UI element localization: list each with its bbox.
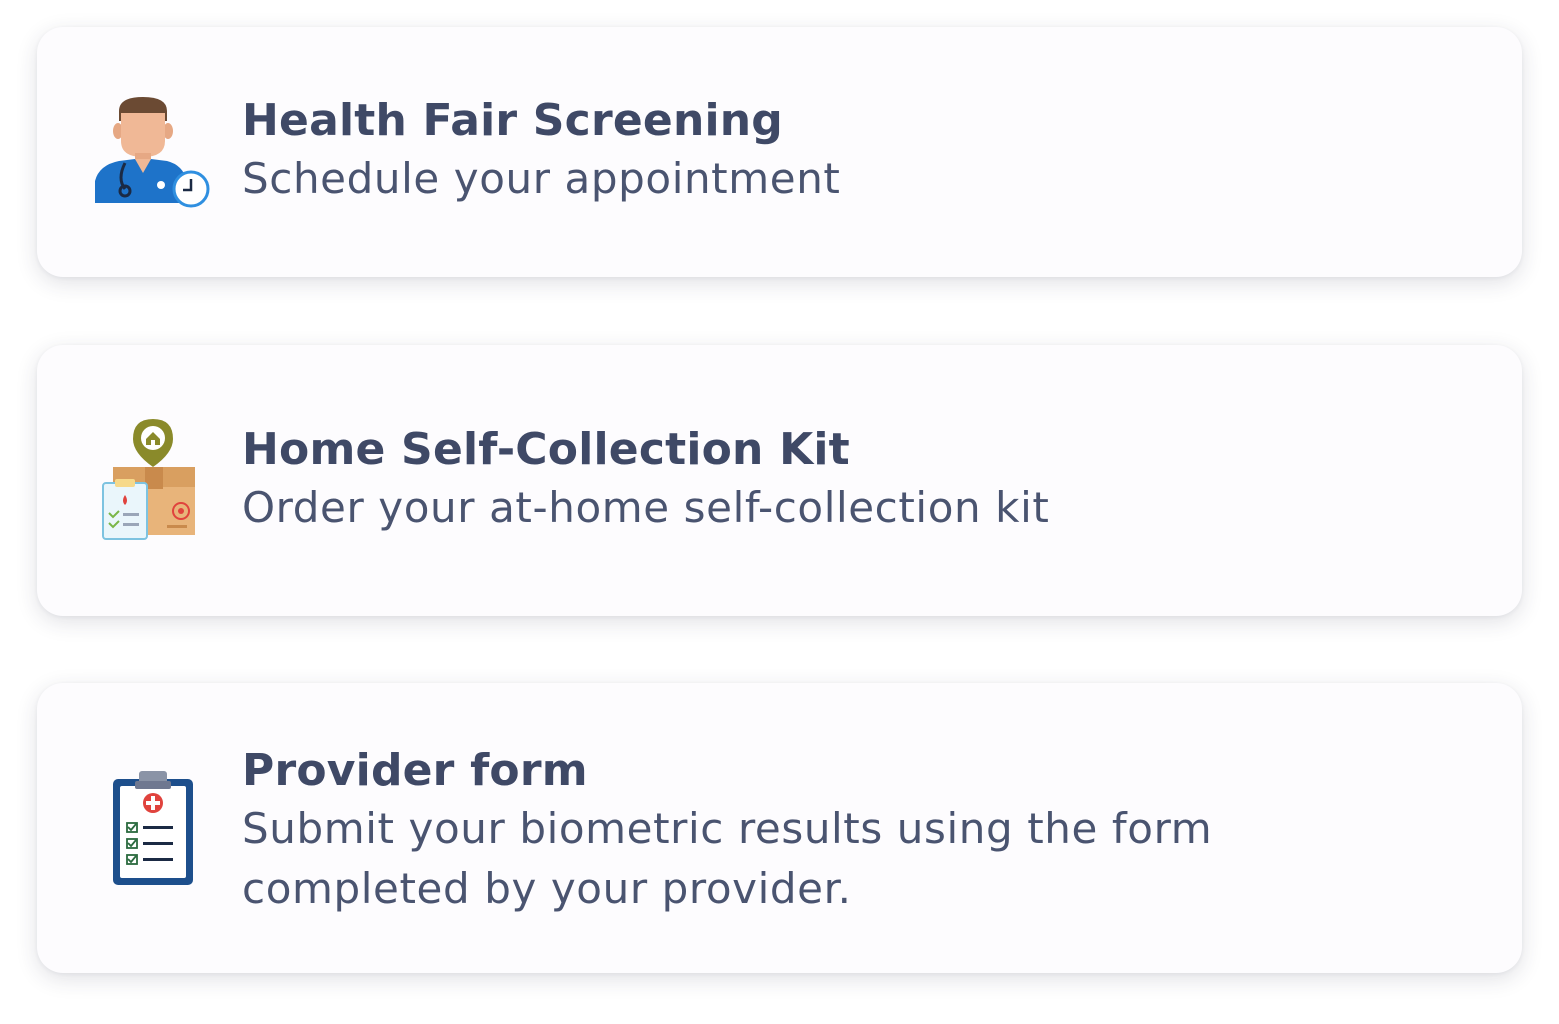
card-text: Home Self-Collection Kit Order your at-h… xyxy=(242,422,1462,538)
health-fair-screening-card[interactable]: Health Fair Screening Schedule your appo… xyxy=(37,27,1522,277)
doctor-with-clock-icon xyxy=(95,93,215,213)
card-description: Order your at-home self-collection kit xyxy=(242,483,1050,532)
provider-form-card[interactable]: Provider form Submit your biometric resu… xyxy=(37,683,1522,973)
medical-clipboard-icon xyxy=(95,769,215,889)
screening-options: Health Fair Screening Schedule your appo… xyxy=(0,0,1559,1024)
card-text: Provider form Submit your biometric resu… xyxy=(242,743,1462,919)
home-kit-package-icon xyxy=(95,417,215,540)
card-title: Health Fair Screening xyxy=(242,95,783,146)
home-self-collection-kit-card[interactable]: Home Self-Collection Kit Order your at-h… xyxy=(37,345,1522,616)
card-description: Schedule your appointment xyxy=(242,154,841,203)
card-text: Health Fair Screening Schedule your appo… xyxy=(242,93,1462,209)
card-title: Provider form xyxy=(242,745,588,796)
card-title: Home Self-Collection Kit xyxy=(242,424,850,475)
card-description: Submit your biometric results using the … xyxy=(242,804,1213,913)
